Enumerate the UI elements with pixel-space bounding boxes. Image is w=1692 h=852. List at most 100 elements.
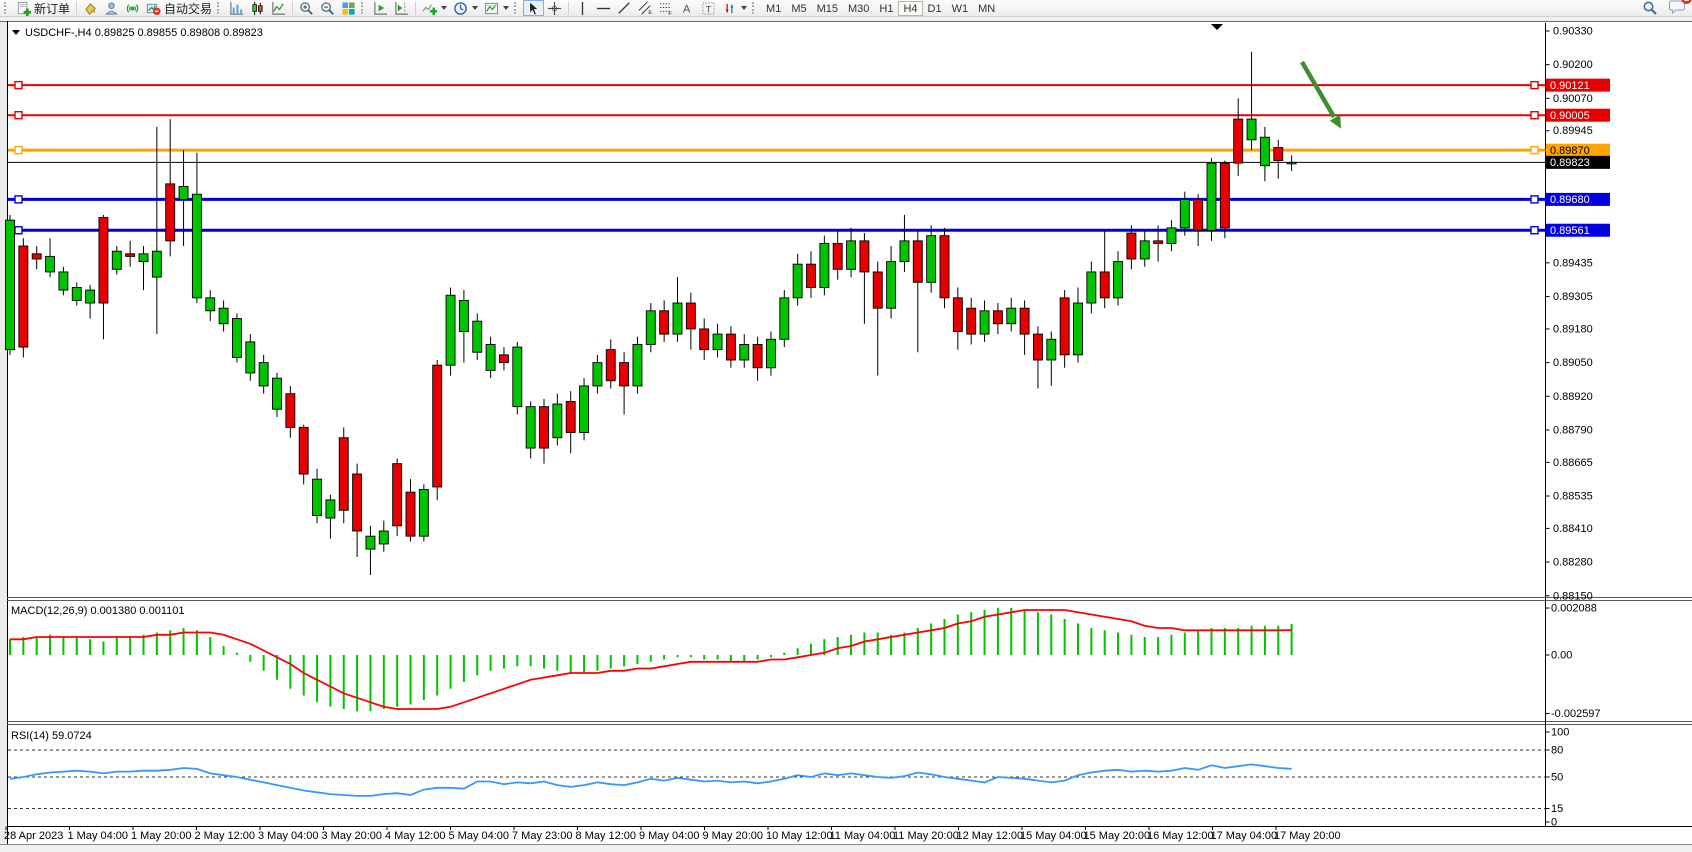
toolbar-drag-handle[interactable] xyxy=(514,2,520,14)
timeframe-button-MN[interactable]: MN xyxy=(973,1,1000,16)
profile-button[interactable] xyxy=(101,0,122,16)
svg-text:100: 100 xyxy=(1551,727,1569,739)
svg-text:0.89180: 0.89180 xyxy=(1553,323,1593,335)
toolbar-separator xyxy=(568,2,569,15)
fibonacci-icon: F xyxy=(659,1,674,16)
crosshair-button[interactable] xyxy=(544,0,565,16)
toolbar-drag-handle[interactable] xyxy=(752,2,758,14)
svg-text:9 May 20:00: 9 May 20:00 xyxy=(703,830,764,842)
search-button[interactable] xyxy=(1639,0,1661,16)
toolbar-drag-handle[interactable] xyxy=(4,2,10,14)
cursor-icon xyxy=(526,1,541,16)
paint-bucket-icon xyxy=(83,1,98,16)
auto-trading-button[interactable]: 自动交易 xyxy=(143,0,215,16)
cursor-button[interactable] xyxy=(523,0,544,16)
toolbar-separator xyxy=(292,2,293,15)
templates-button[interactable] xyxy=(481,0,512,16)
chart-window: 0.903300.902000.900700.899450.894350.893… xyxy=(0,21,1692,846)
timeframe-button-M15[interactable]: M15 xyxy=(812,1,843,16)
fibonacci-button[interactable]: F xyxy=(656,0,677,16)
chart-candles-icon xyxy=(250,1,265,16)
notifications-button[interactable]: 1 xyxy=(1669,0,1686,19)
timeframe-button-M1[interactable]: M1 xyxy=(761,1,786,16)
periods-button[interactable] xyxy=(450,0,481,16)
svg-text:0.002088: 0.002088 xyxy=(1551,603,1597,615)
chart-title[interactable]: USDCHF-,H4 0.89825 0.89855 0.89808 0.898… xyxy=(12,27,263,39)
trendline-button[interactable] xyxy=(614,0,635,16)
svg-text:0.88535: 0.88535 xyxy=(1553,491,1593,503)
svg-text:0.89561: 0.89561 xyxy=(1550,225,1590,237)
main-toolbar: 新订单 自动交易 E F A T M1M5M15M30H1H4D1W1MN 1 xyxy=(0,0,1692,17)
paint-bucket-button[interactable] xyxy=(80,0,101,16)
toolbar-drag-handle[interactable] xyxy=(361,2,367,14)
equidistant-channel-button[interactable]: E xyxy=(635,0,656,16)
text-label-button[interactable]: T xyxy=(698,0,719,16)
chart-candles-button[interactable] xyxy=(247,0,268,16)
timeframe-button-W1[interactable]: W1 xyxy=(947,1,974,16)
timeframe-button-D1[interactable]: D1 xyxy=(923,1,947,16)
zoom-in-icon xyxy=(299,1,314,16)
zoom-out-button[interactable] xyxy=(317,0,338,16)
svg-text:3 May 04:00: 3 May 04:00 xyxy=(258,830,319,842)
price-label-0.89561: 0.89561 xyxy=(1546,224,1610,237)
svg-text:80: 80 xyxy=(1551,745,1563,757)
auto-scroll-icon xyxy=(373,1,388,16)
svg-text:1 May 04:00: 1 May 04:00 xyxy=(68,830,129,842)
svg-text:T: T xyxy=(706,4,712,14)
svg-text:16 May 12:00: 16 May 12:00 xyxy=(1147,830,1214,842)
svg-text:11 May 20:00: 11 May 20:00 xyxy=(893,830,959,842)
horizontal-line-button[interactable] xyxy=(593,0,614,16)
svg-text:5 May 04:00: 5 May 04:00 xyxy=(449,830,510,842)
chart-menu-triangle-icon[interactable] xyxy=(12,30,20,35)
timeframe-button-M30[interactable]: M30 xyxy=(843,1,874,16)
chart-shift-button[interactable] xyxy=(391,0,412,16)
zoom-in-button[interactable] xyxy=(296,0,317,16)
trendline-icon xyxy=(617,1,632,16)
price-label-0.89823: 0.89823 xyxy=(1546,156,1610,169)
text-button[interactable]: A xyxy=(677,0,698,16)
timeframe-button-M5[interactable]: M5 xyxy=(786,1,811,16)
signals-button[interactable] xyxy=(122,0,143,16)
svg-text:10 May 12:00: 10 May 12:00 xyxy=(766,830,833,842)
new-order-label: 新订单 xyxy=(34,0,70,17)
chart-line-button[interactable] xyxy=(268,0,289,16)
periods-caret xyxy=(472,6,478,10)
svg-text:-0.002597: -0.002597 xyxy=(1551,708,1601,720)
price-label-0.89870: 0.89870 xyxy=(1546,144,1610,157)
arrows-button[interactable] xyxy=(719,0,750,16)
text-icon: A xyxy=(680,1,695,16)
svg-text:0.00: 0.00 xyxy=(1551,650,1572,662)
chart-canvas[interactable]: 0.903300.902000.900700.899450.894350.893… xyxy=(0,21,1692,852)
timeframe-button-H4[interactable]: H4 xyxy=(898,1,922,16)
auto-trading-icon xyxy=(146,1,161,16)
chart-bars-button[interactable] xyxy=(226,0,247,16)
tile-windows-button[interactable] xyxy=(338,0,359,16)
price-label-0.90121: 0.90121 xyxy=(1546,79,1610,92)
svg-text:0.88665: 0.88665 xyxy=(1553,457,1593,469)
new-order-button[interactable]: 新订单 xyxy=(13,0,73,16)
svg-text:0.89305: 0.89305 xyxy=(1553,291,1593,303)
templates-caret xyxy=(503,6,509,10)
vertical-line-button[interactable] xyxy=(572,0,593,16)
svg-text:0.89435: 0.89435 xyxy=(1553,257,1593,269)
toolbar-drag-handle[interactable] xyxy=(217,2,223,14)
arrows-caret xyxy=(741,6,747,10)
timeframe-button-H1[interactable]: H1 xyxy=(874,1,898,16)
auto-scroll-button[interactable] xyxy=(370,0,391,16)
svg-text:0.90121: 0.90121 xyxy=(1550,80,1590,92)
svg-text:A: A xyxy=(683,3,691,15)
svg-text:0.90070: 0.90070 xyxy=(1553,93,1593,105)
chart-symbol-period: USDCHF-,H4 xyxy=(25,27,92,39)
indicators-button[interactable] xyxy=(419,0,450,16)
svg-text:1 May 20:00: 1 May 20:00 xyxy=(131,830,192,842)
macd-indicator-label: MACD(12,26,9) 0.001380 0.001101 xyxy=(11,605,184,617)
svg-text:0.88410: 0.88410 xyxy=(1553,523,1593,535)
svg-text:0: 0 xyxy=(1551,817,1557,829)
svg-text:15 May 04:00: 15 May 04:00 xyxy=(1020,830,1087,842)
chart-shift-icon xyxy=(394,1,409,16)
svg-text:15 May 20:00: 15 May 20:00 xyxy=(1084,830,1151,842)
svg-text:F: F xyxy=(668,11,672,16)
tile-windows-icon xyxy=(341,1,356,16)
svg-text:17 May 20:00: 17 May 20:00 xyxy=(1274,830,1341,842)
clock-icon xyxy=(453,1,468,16)
